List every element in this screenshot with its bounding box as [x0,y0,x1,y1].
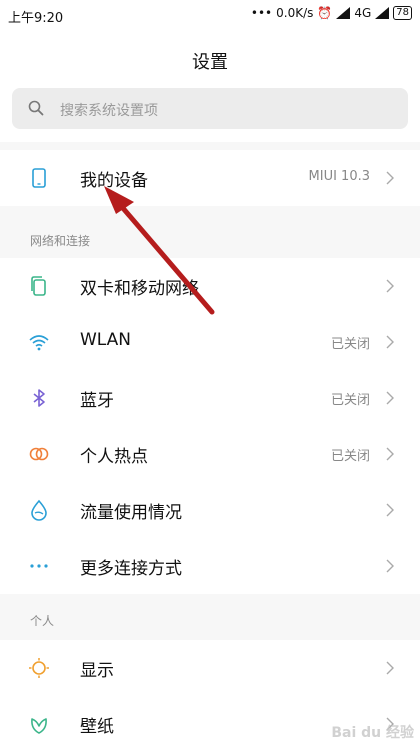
search-placeholder: 搜索系统设置项 [60,103,158,119]
chevron-right-icon [386,447,394,461]
row-value: 已关闭 [330,337,370,352]
wifi-icon [29,335,49,351]
my-device-label: 我的设备 [80,171,148,191]
wallpaper-icon [31,718,47,734]
chevron-right-icon [386,559,394,573]
status-bar: 上午9:20 ••• 0.0K/s ⏰ 4G 78 [0,0,420,30]
sim-icon [31,276,46,296]
row-data-usage[interactable]: 流量使用情况 [0,482,420,538]
search-input[interactable]: 搜索系统设置项 [12,88,408,129]
battery-icon: 78 [393,6,412,20]
display-icon [29,658,49,678]
row-label: WLAN [80,330,132,350]
row-label: 流量使用情况 [80,503,182,523]
chevron-right-icon [386,503,394,517]
status-time: 上午9:20 [8,11,64,26]
signal-icon-2 [375,7,390,19]
row-label: 壁纸 [80,717,114,737]
row-dual-sim[interactable]: 双卡和移动网络 [0,258,420,314]
signal-icon [336,7,351,19]
row-label: 显示 [80,661,114,681]
section-network: 网络和连接 [0,222,420,258]
bluetooth-icon [33,389,45,407]
section-title: 网络和连接 [30,234,91,248]
page-title: 设置 [192,52,228,73]
hotspot-icon [29,447,49,461]
data-usage-icon [31,499,47,521]
watermark: Bai du 经验 [331,725,414,741]
more-icon [30,564,48,568]
row-value: 已关闭 [330,449,370,464]
phone-icon [32,168,46,188]
network-type: 4G [354,6,372,20]
row-label: 个人热点 [80,447,148,467]
dots-icon: ••• [250,6,273,20]
search-icon [28,100,44,116]
header: 设置 [0,30,420,88]
network-speed: 0.0K/s [276,6,314,20]
section-title: 个人 [30,614,55,628]
chevron-right-icon [386,391,394,405]
row-value: 已关闭 [330,393,370,408]
row-display[interactable]: 显示 [0,640,420,696]
alarm-icon: ⏰ [317,6,333,20]
row-more-connections[interactable]: 更多连接方式 [0,538,420,594]
section-personal: 个人 [0,602,420,638]
row-hotspot[interactable]: 个人热点 已关闭 [0,426,420,482]
my-device-value: MIUI 10.3 [308,169,370,184]
row-label: 双卡和移动网络 [80,279,199,299]
row-label: 蓝牙 [80,391,114,411]
status-indicators: ••• 0.0K/s ⏰ 4G 78 [251,6,412,20]
chevron-right-icon [386,335,394,349]
search-area: 搜索系统设置项 [0,88,420,142]
chevron-right-icon [386,661,394,675]
chevron-right-icon [386,279,394,293]
chevron-right-icon [386,171,394,185]
my-device-row[interactable]: 我的设备 MIUI 10.3 [0,150,420,206]
row-bluetooth[interactable]: 蓝牙 已关闭 [0,370,420,426]
row-wlan[interactable]: WLAN 已关闭 [0,314,420,370]
row-label: 更多连接方式 [80,559,182,579]
